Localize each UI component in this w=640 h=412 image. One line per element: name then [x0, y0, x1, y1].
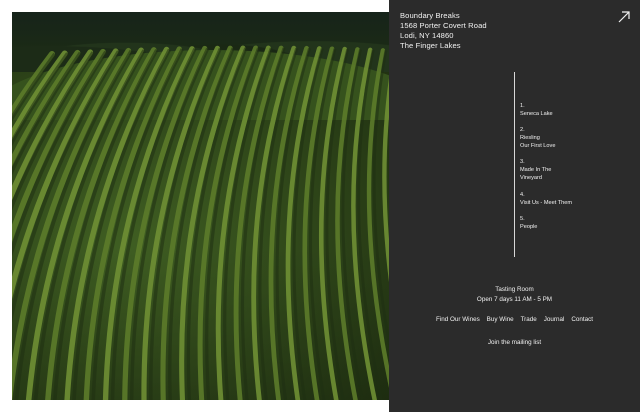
- tasting-room-info: Tasting Room Open 7 days 11 AM - 5 PM: [389, 285, 640, 304]
- info-panel: Boundary Breaks 1568 Porter Covert Road …: [389, 0, 640, 412]
- menu-number: 5.: [520, 215, 525, 222]
- street-address: 1568 Porter Covert Road: [400, 21, 487, 30]
- menu-label: Seneca Lake: [520, 111, 553, 117]
- nav-contact[interactable]: Contact: [571, 316, 593, 323]
- menu-item-people[interactable]: 5. People: [520, 215, 572, 231]
- address-block: Boundary Breaks 1568 Porter Covert Road …: [400, 11, 487, 51]
- vertical-divider: [514, 72, 515, 257]
- menu-label: Visit Us - Meet Them: [520, 199, 573, 206]
- city-line: Lodi, NY 14860: [400, 31, 454, 40]
- menu-number: 1.: [520, 103, 525, 109]
- nav-buy-wine[interactable]: Buy Wine: [487, 316, 514, 323]
- nav-trade[interactable]: Trade: [521, 316, 537, 323]
- menu-label: Vineyard: [520, 175, 542, 182]
- menu-item-riesling[interactable]: 2. Riesling Our First Love: [520, 126, 572, 150]
- menu-label: Riesling: [520, 135, 540, 142]
- tasting-room-title: Tasting Room: [495, 286, 534, 293]
- menu-label: People: [520, 223, 538, 230]
- menu-label: Our First Love: [520, 143, 556, 150]
- menu-number: 4.: [520, 191, 525, 198]
- menu-number: 3.: [520, 159, 525, 166]
- nav-find-our-wines[interactable]: Find Our Wines: [436, 316, 480, 323]
- nav-journal[interactable]: Journal: [544, 316, 565, 323]
- menu-number: 2.: [520, 127, 525, 134]
- vineyard-photo: [12, 12, 389, 400]
- menu-item-visit-us[interactable]: 4. Visit Us - Meet Them: [520, 191, 572, 207]
- section-menu: 1. Seneca Lake 2. Riesling Our First Lov…: [520, 102, 572, 239]
- tasting-room-hours: Open 7 days 11 AM - 5 PM: [476, 295, 553, 303]
- menu-label: Made In The: [520, 167, 552, 174]
- mailing-list-link[interactable]: Join the mailing list: [389, 339, 640, 346]
- vine-row: [318, 46, 348, 400]
- region-line: The Finger Lakes: [400, 41, 461, 50]
- vineyard-rows: [12, 45, 389, 400]
- winery-name: Boundary Breaks: [400, 11, 460, 20]
- footer-nav: Find Our Wines Buy Wine Trade Journal Co…: [389, 316, 640, 323]
- arrow-up-right-icon[interactable]: [617, 10, 631, 24]
- menu-item-seneca-lake[interactable]: 1. Seneca Lake: [520, 102, 572, 118]
- menu-item-made-in-the-vineyard[interactable]: 3. Made In The Vineyard: [520, 158, 572, 182]
